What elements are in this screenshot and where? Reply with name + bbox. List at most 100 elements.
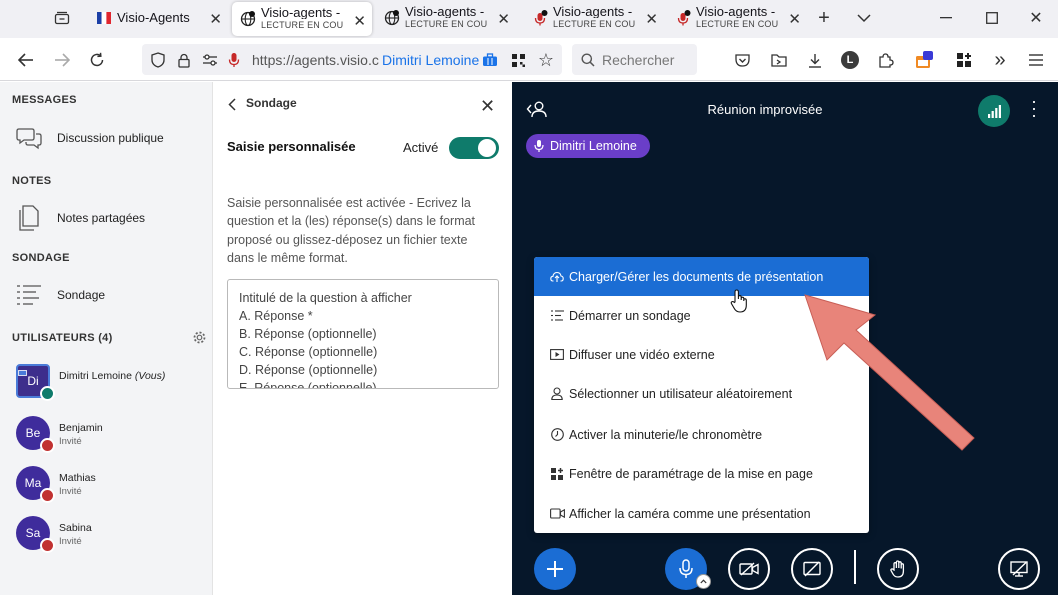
plus-icon <box>547 561 563 577</box>
hamburger-menu-icon[interactable] <box>1024 48 1048 72</box>
toolbar-separator <box>854 550 856 584</box>
menu-item-label: Activer la minuterie/le chronomètre <box>569 427 763 442</box>
speaker-globe-icon <box>384 10 400 26</box>
tab-visio-agents-3[interactable]: Visio-agents - RéLECTURE EN COURS ✕ <box>524 0 664 36</box>
raise-hand-icon <box>890 560 905 578</box>
camera-icon <box>549 508 565 519</box>
extensions-puzzle-icon[interactable] <box>874 48 898 72</box>
url-text: https://agents.visio.c <box>252 52 379 68</box>
toggle-state-label: Activé <box>403 140 439 155</box>
poll-panel: Sondage ✕ Saisie personnalisée Activé Sa… <box>213 82 512 595</box>
apps-grid-icon[interactable] <box>952 48 976 72</box>
tab-list-chevron-icon[interactable] <box>852 6 876 30</box>
lock-icon[interactable] <box>172 48 196 72</box>
minimize-icon[interactable] <box>934 6 958 30</box>
raise-hand-button[interactable] <box>877 548 919 590</box>
tab-close-icon[interactable]: ✕ <box>209 10 222 28</box>
shield-icon[interactable] <box>146 48 170 72</box>
user-name: Dimitri Lemoine (Vous) <box>59 370 166 382</box>
new-tab-plus-icon[interactable]: + <box>812 6 836 30</box>
screen-share-off-button[interactable] <box>791 548 833 590</box>
tab-overview-icon[interactable] <box>50 6 74 30</box>
menu-item-label: Afficher la caméra comme une présentatio… <box>569 506 811 521</box>
users-section-title: UTILISATEURS (4) <box>12 332 113 344</box>
custom-input-toggle[interactable] <box>449 137 499 159</box>
presenter-screen-icon <box>18 366 27 381</box>
camera-off-button[interactable] <box>728 548 770 590</box>
poll-close-icon[interactable]: ✕ <box>480 96 495 117</box>
tab-visio-agents-2[interactable]: Visio-agents - RéLECTURE EN COURS ✕ <box>376 0 516 36</box>
overflow-chevrons-icon[interactable]: » <box>988 48 1012 72</box>
tab-visio-agents-active[interactable]: Visio-agents - RéLECTURE EN COURS ✕ <box>232 2 372 36</box>
reload-icon[interactable] <box>85 48 109 72</box>
menu-item-label: Sélectionner un utilisateur aléatoiremen… <box>569 386 793 401</box>
tab-title: Visio-agents - Ré <box>553 6 635 18</box>
search-icon <box>576 48 600 72</box>
poll-list-icon <box>14 281 44 309</box>
qr-code-icon[interactable] <box>506 48 530 72</box>
presentation-toggle-button[interactable] <box>998 548 1040 590</box>
messages-section-title: MESSAGES <box>12 94 77 106</box>
user-name: Sabina <box>59 522 92 534</box>
tab-close-icon[interactable]: ✕ <box>353 12 366 30</box>
french-flag-icon <box>96 10 112 26</box>
menu-item-label: Charger/Gérer les documents de présentat… <box>569 269 824 284</box>
sidebar-item-label: Discussion publique <box>57 131 164 145</box>
menu-item-label: Démarrer un sondage <box>569 308 691 323</box>
audio-settings-caret[interactable] <box>696 574 711 589</box>
poll-back-chevron-icon[interactable] <box>228 98 236 114</box>
user-row-dimitri[interactable]: Di Dimitri Lemoine (Vous) <box>16 364 206 404</box>
user-row-sabina[interactable]: Sa Sabina Invité <box>16 516 206 556</box>
more-options-icon[interactable]: · · · <box>1024 92 1044 124</box>
pocket-icon[interactable] <box>730 48 754 72</box>
browser-tab-bar: Visio-Agents ✕ Visio-agents - RéLECTURE … <box>0 0 1058 38</box>
profile-letter: L <box>841 51 859 69</box>
sidebar-item-poll[interactable]: Sondage <box>14 279 204 311</box>
bookmark-star-icon[interactable]: ☆ <box>534 48 558 72</box>
video-icon <box>549 349 565 360</box>
tab-visio-agents[interactable]: Visio-Agents ✕ <box>88 0 228 36</box>
tab-title: Visio-agents - Ré <box>261 7 343 19</box>
url-bar[interactable]: https://agents.visio.c Dimitri Lemoine ☆ <box>142 44 562 75</box>
tab-close-icon[interactable]: ✕ <box>497 10 510 28</box>
connection-status-icon[interactable] <box>978 95 1010 127</box>
user-row-mathias[interactable]: Ma Mathias Invité <box>16 466 206 506</box>
microphone-muted-badge <box>40 438 55 453</box>
tab-playing-label: LECTURE EN COURS <box>405 19 487 29</box>
microphone-active-icon[interactable] <box>222 48 246 72</box>
tab-close-icon[interactable]: ✕ <box>645 10 658 28</box>
users-settings-gear-icon[interactable] <box>192 330 207 348</box>
speaker-globe-icon <box>240 11 256 27</box>
microphone-muted-badge <box>40 538 55 553</box>
tab-close-icon[interactable]: ✕ <box>788 10 801 28</box>
user-icon <box>549 387 565 400</box>
user-row-benjamin[interactable]: Be Benjamin Invité <box>16 416 206 456</box>
maximize-icon[interactable] <box>980 6 1004 30</box>
forward-arrow-icon[interactable] <box>50 48 74 72</box>
speaker-mic-icon <box>532 10 548 26</box>
extension-calendar-icon[interactable]: 8 <box>912 44 936 72</box>
poll-custom-textarea[interactable]: Intitulé de la question à afficher A. Ré… <box>227 279 499 389</box>
layout-icon <box>549 467 565 480</box>
permissions-icon[interactable] <box>198 48 222 72</box>
briefcase-icon[interactable] <box>478 48 502 72</box>
user-name: Mathias <box>59 472 96 484</box>
search-box[interactable]: Rechercher <box>572 44 697 75</box>
sidebar-item-shared-notes[interactable]: Notes partagées <box>14 202 204 234</box>
downloads-icon[interactable] <box>803 48 827 72</box>
user-role: Invité <box>59 436 82 447</box>
poll-icon <box>549 310 565 321</box>
presentation-icon <box>1010 561 1028 577</box>
sidebar-item-label: Sondage <box>57 288 106 302</box>
container-folder-icon[interactable] <box>767 48 791 72</box>
menu-item-layout-settings[interactable]: Fenêtre de paramétrage de la mise en pag… <box>534 454 869 493</box>
window-close-icon[interactable]: ✕ <box>1024 6 1048 30</box>
actions-plus-button[interactable] <box>534 548 576 590</box>
menu-item-camera-as-presentation[interactable]: Afficher la caméra comme une présentatio… <box>534 494 869 533</box>
back-arrow-icon[interactable] <box>14 48 38 72</box>
template-line: C. Réponse (optionnelle) <box>239 345 378 359</box>
tab-visio-agents-4[interactable]: Visio-agents - RéLECTURE EN COURS ✕ <box>667 0 807 36</box>
template-line: B. Réponse (optionnelle) <box>239 327 377 341</box>
sidebar-item-public-chat[interactable]: Discussion publique <box>14 122 204 154</box>
profile-avatar[interactable]: L <box>838 48 862 72</box>
